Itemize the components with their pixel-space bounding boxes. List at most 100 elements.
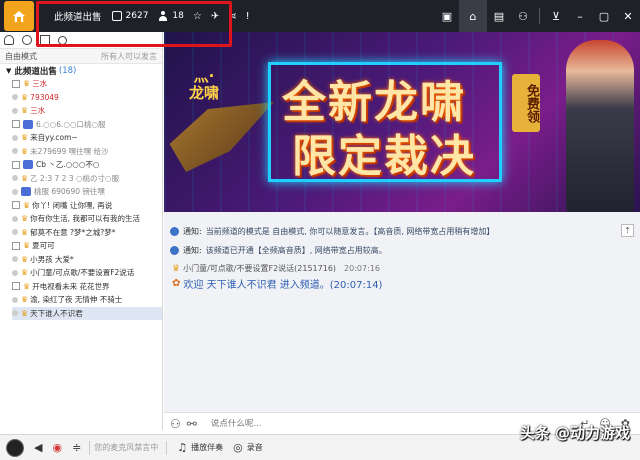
message-header: ♛ 小门童/可点歌/不要设置F2说话(2151716) 20:07:16 bbox=[172, 262, 632, 275]
record-button[interactable]: 录音 bbox=[247, 442, 263, 453]
user-status-icon bbox=[12, 175, 18, 182]
notice-label: 通知: bbox=[183, 227, 202, 236]
room-name: 此频道出售 bbox=[54, 12, 102, 23]
user-name: 你丫! 闭嘴 让你嘿, 再说 bbox=[32, 200, 113, 210]
main-area: 灬·龙啸 全新龙啸 限定裁决 免费领 通知: 当前频道的模式是 自由模式, 你可… bbox=[164, 32, 640, 430]
user-list-item[interactable]: ♛ 乙 2:3 7 2 3 ○桃の寸○服 bbox=[12, 172, 162, 186]
video-icon[interactable]: ▣ bbox=[435, 0, 459, 32]
promo-banner[interactable]: 灬·龙啸 全新龙啸 限定裁决 免费领 bbox=[164, 32, 640, 212]
crown-icon: ♛ bbox=[21, 92, 29, 102]
collapse-triangle-icon[interactable]: ▼ bbox=[6, 67, 11, 75]
user-status-icon bbox=[12, 241, 20, 250]
user-name: 开电视看未来 花花世界 bbox=[32, 281, 110, 291]
mic-status-text: 您的麦克风禁言中 bbox=[94, 443, 159, 452]
music-note-icon[interactable]: ♫ bbox=[177, 441, 187, 454]
user-status-icon bbox=[12, 120, 20, 129]
share-icon[interactable]: ⋖ bbox=[228, 11, 236, 22]
user-list-item[interactable]: ♛ 来自yy.com~ bbox=[12, 131, 162, 145]
link-icon[interactable]: ⚯ bbox=[187, 417, 197, 431]
crown-icon: ♛ bbox=[23, 79, 31, 89]
notice-text: 该频道已开通【全频高音质】, 网络带宽占用较高。 bbox=[205, 246, 387, 255]
channel-header[interactable]: ▼ 此频道出售 (18) bbox=[0, 64, 162, 77]
crown-icon: ♛ bbox=[23, 241, 31, 251]
user-status-icon bbox=[12, 94, 18, 101]
user-status-icon bbox=[12, 107, 18, 114]
user-status-icon bbox=[12, 201, 20, 210]
crown-icon: ♛ bbox=[21, 133, 29, 143]
list-icon[interactable]: ▤ bbox=[487, 0, 511, 32]
user-list-item[interactable]: ♛ 郁莫不在意 ?梦*之城?梦* bbox=[12, 226, 162, 240]
welcome-icon: ✿ bbox=[172, 278, 181, 289]
message-body: ✿ 欢迎 天下谁人不识君 进入频道。(20:07:14) bbox=[172, 275, 632, 292]
minimize-button[interactable]: – bbox=[568, 0, 592, 32]
user-list-item[interactable]: ♛ 小男孩 大爱* bbox=[12, 253, 162, 267]
favorite-star-icon[interactable]: ☆ bbox=[193, 11, 202, 22]
maximize-button[interactable]: ▢ bbox=[592, 0, 616, 32]
user-list-item[interactable]: ♛ 793049 bbox=[12, 91, 162, 105]
mode-label: 自由模式 bbox=[5, 51, 37, 61]
user-status-icon bbox=[12, 79, 20, 88]
gamepad-icon[interactable]: ⚇ bbox=[511, 0, 535, 32]
user-list-item[interactable]: ♛ 渝, 染红了夜 无情伸 不骑士 bbox=[12, 293, 162, 307]
user-list-item[interactable]: ♛ 三水 bbox=[12, 104, 162, 118]
user-list-item[interactable]: ♛ 你有你生活, 我都可以有我的生活 bbox=[12, 212, 162, 226]
info-icon[interactable]: ! bbox=[246, 11, 250, 22]
game-tag: 灬·龙啸 bbox=[188, 67, 219, 102]
user-list-item[interactable]: 6.○○6.○○口桃○服 bbox=[12, 118, 162, 132]
watermark: 头条 @动力游戏 bbox=[519, 424, 630, 442]
user-name: 793049 bbox=[30, 92, 59, 102]
user-list-item[interactable]: ♛ 小门童/可点歌/不要设置F2说话 bbox=[12, 266, 162, 280]
divider bbox=[539, 8, 540, 24]
mode-description: 所有人可以发言 bbox=[101, 51, 157, 61]
record-icon[interactable]: ◎ bbox=[233, 441, 243, 454]
crown-icon: ♛ bbox=[21, 295, 29, 305]
mic-muted-icon[interactable]: ◉ bbox=[52, 441, 62, 454]
user-list-item[interactable]: ♛ 你丫! 闭嘴 让你嘿, 再说 bbox=[12, 199, 162, 213]
crown-icon: ♛ bbox=[21, 227, 29, 237]
user-name: 你有你生活, 我都可以有我的生活 bbox=[30, 214, 140, 224]
gamepad-icon[interactable]: ⚇ bbox=[170, 417, 181, 431]
user-list-item[interactable]: ♛ 开电视看未来 花花世界 bbox=[12, 280, 162, 294]
person-icon bbox=[158, 11, 168, 21]
notice-label: 通知: bbox=[183, 246, 202, 255]
user-icon[interactable] bbox=[4, 35, 14, 45]
user-list: ♛ 三水 ♛ 793049 ♛ 三水 6.○○6.○○口桃○服 ♛ 来自yy.com~ ♛ 未279… bbox=[0, 77, 162, 320]
user-list-item[interactable]: ♛ 夏可可 bbox=[12, 239, 162, 253]
user-list-item[interactable]: 桃服 690690 镑往嘿 bbox=[12, 185, 162, 199]
crown-icon: ♛ bbox=[23, 281, 31, 291]
speaker-icon[interactable]: ◀ bbox=[34, 441, 42, 454]
user-list-item[interactable]: ♛ 未279699 嘿往嘿 给沙 bbox=[12, 145, 162, 159]
crown-icon: ♛ bbox=[21, 106, 29, 116]
minimize-tray-icon[interactable]: ⊻ bbox=[544, 0, 568, 32]
message-sender[interactable]: 小门童/可点歌/不要设置F2说话(2151716) bbox=[183, 263, 336, 274]
channel-panel: 自由模式 所有人可以发言 ▼ 此频道出售 (18) ♛ 三水 ♛ 793049 ♛ 三水 6… bbox=[0, 32, 163, 430]
user-name: 夏可可 bbox=[32, 241, 55, 251]
plane-icon[interactable]: ✈ bbox=[211, 11, 219, 22]
home-icon[interactable]: ⌂ bbox=[459, 0, 487, 32]
title-bar: 此频道出售 2627 18 ☆ ✈ ⋖ ! ▣ ⌂ ▤ ⚇ ⊻ – ▢ ✕ bbox=[0, 0, 640, 32]
user-name: 6.○○6.○○口桃○服 bbox=[36, 119, 106, 129]
user-status-icon bbox=[12, 256, 18, 263]
user-list-item[interactable]: ♛ 天下谁人不识君 bbox=[12, 306, 162, 320]
scroll-up-button[interactable]: ⇡ bbox=[621, 224, 634, 237]
equalizer-icon[interactable]: ≑ bbox=[72, 441, 81, 454]
notes-icon[interactable] bbox=[40, 35, 50, 45]
user-list-item[interactable]: Cb 丶乙.○○○不○ bbox=[12, 158, 162, 172]
user-status-icon bbox=[12, 188, 18, 195]
character-artwork bbox=[566, 40, 634, 212]
user-name: 乙 2:3 7 2 3 ○桃の寸○服 bbox=[30, 173, 120, 183]
chat-message: ♛ 小门童/可点歌/不要设置F2说话(2151716) 20:07:16 ✿ 欢… bbox=[172, 262, 632, 292]
notice-icon bbox=[170, 246, 179, 255]
notice-item: 通知: 该频道已开通【全频高音质】, 网络带宽占用较高。 bbox=[170, 241, 634, 260]
play-music-button[interactable]: 播放伴奏 bbox=[191, 442, 223, 453]
app-home-logo-icon[interactable] bbox=[4, 1, 34, 31]
close-button[interactable]: ✕ bbox=[616, 0, 640, 32]
location-icon[interactable] bbox=[22, 35, 32, 45]
crown-icon: ♛ bbox=[21, 268, 29, 278]
avatar[interactable] bbox=[6, 438, 24, 457]
user-status-icon bbox=[12, 310, 18, 317]
search-icon[interactable] bbox=[58, 35, 67, 45]
user-status-icon bbox=[12, 215, 18, 222]
user-list-item[interactable]: ♛ 三水 bbox=[12, 77, 162, 91]
channel-count: (18) bbox=[58, 65, 77, 76]
